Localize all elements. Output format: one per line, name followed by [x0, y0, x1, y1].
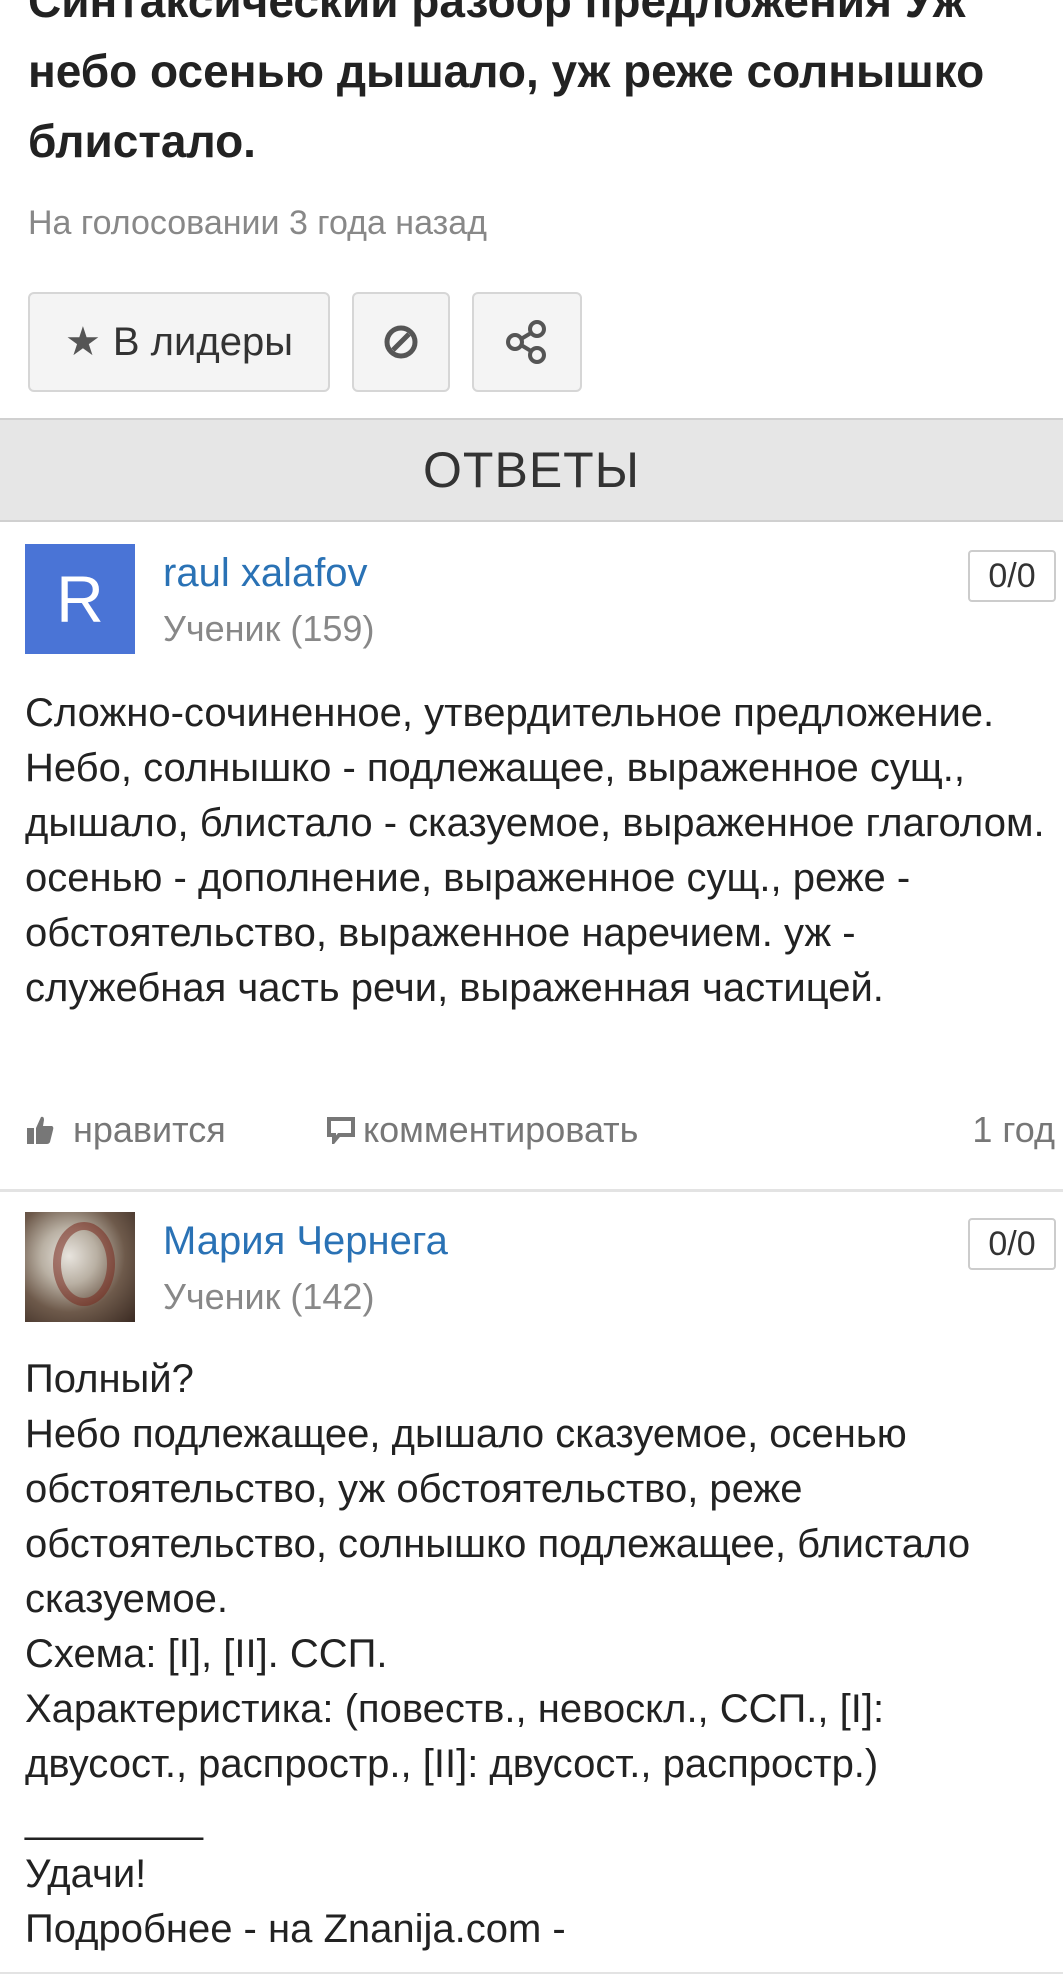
answer-line: Характеристика: (повеств., невоскл., ССП… — [25, 1687, 885, 1786]
user-rank: Ученик (159) — [163, 608, 375, 649]
score-badge: 0/0 — [968, 1218, 1056, 1270]
share-button[interactable] — [472, 292, 582, 392]
score-badge: 0/0 — [968, 550, 1056, 602]
to-leaders-button[interactable]: ★ В лидеры — [28, 292, 330, 392]
avatar-photo-detail — [53, 1222, 115, 1306]
answer-line: Удачи! — [25, 1852, 147, 1896]
answers-header: ОТВЕТЫ — [0, 418, 1063, 522]
to-leaders-label: В лидеры — [112, 319, 293, 364]
comment-icon — [327, 1117, 355, 1144]
avatar[interactable] — [25, 1212, 135, 1322]
answer-line: Схема: [I], [II]. ССП. — [25, 1632, 388, 1676]
answer-line: Подробнее - на Znanija.com - — [25, 1907, 566, 1951]
like-label: нравится — [73, 1109, 226, 1150]
user-name-link[interactable]: Мария Чернега — [163, 1218, 448, 1264]
bottom-divider — [0, 1972, 1063, 1974]
like-button[interactable]: нравится — [25, 1105, 226, 1155]
answer-card: R raul xalafov Ученик (159) 0/0 Сложно-с… — [0, 522, 1063, 1190]
thumbs-up-icon — [27, 1116, 54, 1144]
answer-text: Сложно-сочиненное, утвердительное предло… — [25, 691, 1045, 1010]
share-icon — [506, 320, 546, 364]
user-name-link[interactable]: raul xalafov — [163, 550, 368, 596]
avatar-letter: R — [56, 562, 104, 636]
answer-line: Полный? — [25, 1357, 194, 1401]
answer-line: Небо подлежащее, дышало сказуемое, осень… — [25, 1412, 971, 1621]
comment-button[interactable]: комментировать — [327, 1105, 638, 1155]
answer-footer: нравится комментировать 1 год — [25, 1105, 1055, 1155]
avatar[interactable]: R — [25, 544, 135, 654]
answer-text: Полный? Небо подлежащее, дышало сказуемо… — [25, 1352, 1055, 1957]
star-icon: ★ — [65, 320, 101, 364]
question-title: Синтаксический разбор предложения Уж неб… — [28, 0, 985, 167]
report-button[interactable] — [352, 292, 450, 392]
answer-time: 1 год — [972, 1109, 1055, 1150]
comment-label: комментировать — [363, 1109, 639, 1150]
question-section: Синтаксический разбор предложения Уж неб… — [0, 0, 1063, 418]
block-icon — [384, 325, 418, 359]
question-status: На голосовании 3 года назад — [28, 204, 487, 242]
answer-line: ________ — [25, 1797, 203, 1841]
answer-card: Мария Чернега Ученик (142) 0/0 Полный? Н… — [0, 1192, 1063, 1976]
user-rank: Ученик (142) — [163, 1276, 375, 1317]
